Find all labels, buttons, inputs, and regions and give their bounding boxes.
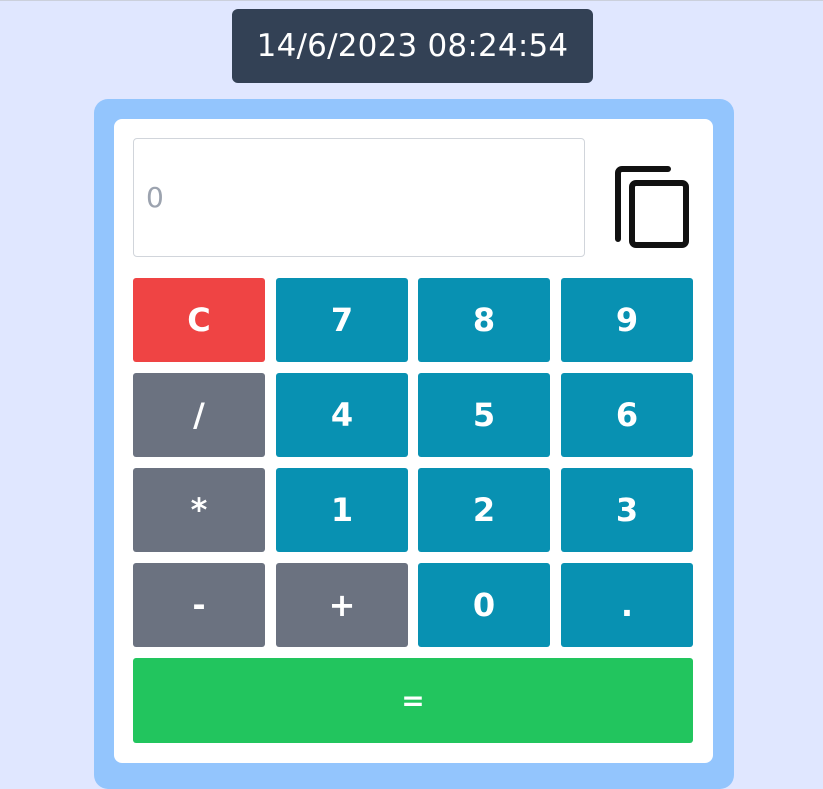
key-1-button[interactable]: 1 — [276, 468, 408, 552]
key-5-button[interactable]: 5 — [418, 373, 550, 457]
decimal-button[interactable]: . — [561, 563, 693, 647]
equals-button[interactable]: = — [133, 658, 693, 743]
divide-button[interactable]: / — [133, 373, 265, 457]
clear-button[interactable]: C — [133, 278, 265, 362]
copy-icon — [615, 166, 689, 248]
key-2-button[interactable]: 2 — [418, 468, 550, 552]
calculator-display-input[interactable] — [133, 138, 585, 257]
minus-button[interactable]: - — [133, 563, 265, 647]
copy-button[interactable] — [612, 165, 692, 251]
key-4-button[interactable]: 4 — [276, 373, 408, 457]
key-7-button[interactable]: 7 — [276, 278, 408, 362]
top-divider — [0, 0, 823, 1]
key-9-button[interactable]: 9 — [561, 278, 693, 362]
multiply-button[interactable]: * — [133, 468, 265, 552]
datetime-display: 14/6/2023 08:24:54 — [232, 9, 593, 83]
key-3-button[interactable]: 3 — [561, 468, 693, 552]
key-0-button[interactable]: 0 — [418, 563, 550, 647]
key-6-button[interactable]: 6 — [561, 373, 693, 457]
key-8-button[interactable]: 8 — [418, 278, 550, 362]
plus-button[interactable]: + — [276, 563, 408, 647]
